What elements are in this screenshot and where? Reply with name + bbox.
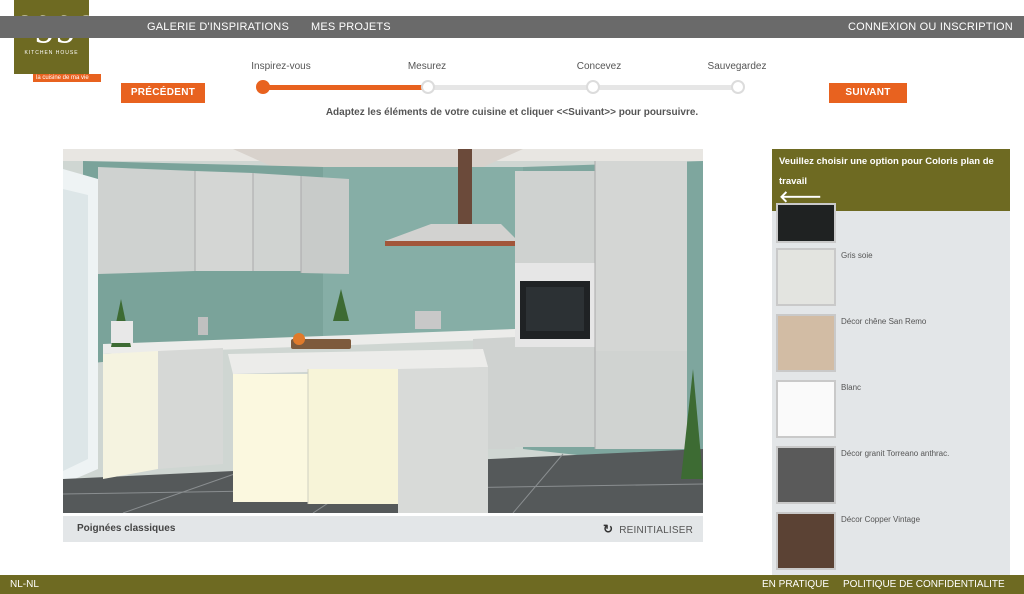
stepper-progress-fill — [262, 85, 429, 90]
step-label-measure: Mesurez — [407, 61, 447, 72]
swatch-option-3[interactable] — [776, 380, 836, 438]
reset-button[interactable]: ↻ REINITIALISER — [603, 516, 693, 544]
preview-toolbar: Poignées classiques ↻ REINITIALISER — [63, 516, 703, 542]
reset-label: REINITIALISER — [619, 525, 693, 536]
step-label-design: Concevez — [576, 61, 622, 72]
countertop-options-panel[interactable]: Veuillez choisir une option pour Coloris… — [772, 149, 1010, 575]
step-dot-save[interactable] — [731, 80, 745, 94]
kitchen-render-image — [63, 149, 703, 513]
previous-button[interactable]: PRÉCÉDENT — [121, 83, 205, 103]
logo-tagline: la cuisine de ma vie — [33, 74, 101, 82]
swatch-label-3[interactable]: Blanc — [841, 383, 861, 392]
panel-header: Veuillez choisir une option pour Coloris… — [772, 149, 1010, 211]
refresh-icon: ↻ — [603, 522, 614, 536]
instruction-text: Adaptez les éléments de votre cuisine et… — [325, 107, 699, 118]
swatch-option-1[interactable] — [776, 248, 836, 306]
footer-privacy-link[interactable]: POLITIQUE DE CONFIDENTIALITE — [843, 575, 1005, 594]
nav-login-link[interactable]: CONNEXION OU INSCRIPTION — [848, 16, 1013, 38]
swatch-label-5[interactable]: Décor Copper Vintage — [841, 515, 920, 524]
swatch-label-2[interactable]: Décor chêne San Remo — [841, 317, 926, 326]
top-navigation-bar: GALERIE D'INSPIRATIONS MES PROJETS CONNE… — [0, 16, 1024, 38]
logo-subtitle: KITCHEN HOUSE — [24, 50, 79, 56]
swatch-option-4[interactable] — [776, 446, 836, 504]
footer-bar: NL-NL EN PRATIQUE POLITIQUE DE CONFIDENT… — [0, 575, 1024, 594]
nav-gallery-link[interactable]: GALERIE D'INSPIRATIONS — [147, 16, 289, 38]
swatch-label-1[interactable]: Gris soie — [841, 251, 873, 260]
step-dot-design[interactable] — [586, 80, 600, 94]
panel-title: Veuillez choisir une option pour Coloris… — [779, 156, 994, 187]
next-button[interactable]: SUIVANT — [829, 83, 907, 103]
nav-projects-link[interactable]: MES PROJETS — [311, 16, 391, 38]
swatch-option-5[interactable] — [776, 512, 836, 570]
step-label-save: Sauvegardez — [707, 61, 767, 72]
locale-selector[interactable]: NL-NL — [10, 575, 39, 594]
handles-style-label[interactable]: Poignées classiques — [77, 516, 175, 542]
step-dot-inspire[interactable] — [256, 80, 270, 94]
kitchen-preview[interactable] — [63, 149, 703, 513]
footer-practical-link[interactable]: EN PRATIQUE — [762, 575, 829, 594]
swatch-label-4[interactable]: Décor granit Torreano anthrac. — [841, 449, 949, 458]
step-label-inspire: Inspirez-vous — [251, 61, 311, 72]
swatch-option-0[interactable] — [776, 203, 836, 243]
step-dot-measure[interactable] — [421, 80, 435, 94]
stepper-track — [262, 85, 738, 90]
swatch-option-2[interactable] — [776, 314, 836, 372]
